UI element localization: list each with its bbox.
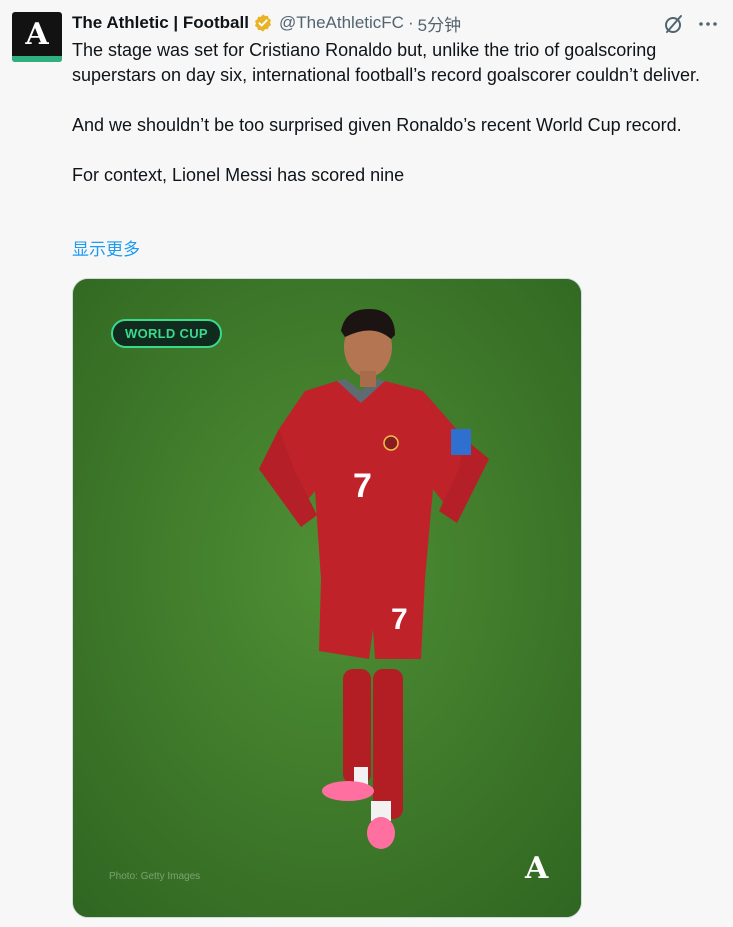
grok-icon[interactable] bbox=[662, 12, 686, 36]
world-cup-badge: WORLD CUP bbox=[111, 319, 222, 348]
avatar-stripe bbox=[12, 56, 62, 62]
separator: · bbox=[407, 13, 414, 32]
tweet-paragraph: And we shouldn’t be too surprised given … bbox=[72, 115, 682, 135]
avatar[interactable]: A bbox=[12, 12, 62, 62]
timestamp[interactable]: 5分钟 bbox=[418, 11, 461, 36]
photo-credit: Photo: Getty Images bbox=[109, 871, 201, 882]
tweet-paragraph: The stage was set for Cristiano Ronaldo … bbox=[72, 40, 701, 85]
tweet[interactable]: A The Athletic | Football @TheAthleticFC… bbox=[0, 0, 733, 927]
athletic-logo-icon: A bbox=[25, 17, 49, 52]
tweet-photo[interactable]: 7 7 WORLD CUP Photo: Getty Images A bbox=[72, 278, 582, 918]
verified-badge-icon bbox=[253, 13, 273, 33]
tweet-text: The stage was set for Cristiano Ronaldo … bbox=[72, 38, 712, 188]
tweet-header: The Athletic | Football @TheAthleticFC ·… bbox=[72, 11, 461, 36]
shorts-number: 7 bbox=[391, 603, 408, 636]
tweet-paragraph: For context, Lionel Messi has scored nin… bbox=[72, 165, 405, 185]
more-options-icon[interactable] bbox=[696, 12, 720, 36]
shirt-number: 7 bbox=[353, 467, 372, 505]
handle[interactable]: @TheAthleticFC bbox=[279, 13, 404, 33]
show-more-link[interactable]: 显示更多 bbox=[72, 237, 140, 262]
photo-player-icon: 7 7 bbox=[73, 279, 581, 917]
athletic-watermark-icon: A bbox=[525, 851, 549, 886]
display-name[interactable]: The Athletic | Football bbox=[72, 13, 249, 33]
